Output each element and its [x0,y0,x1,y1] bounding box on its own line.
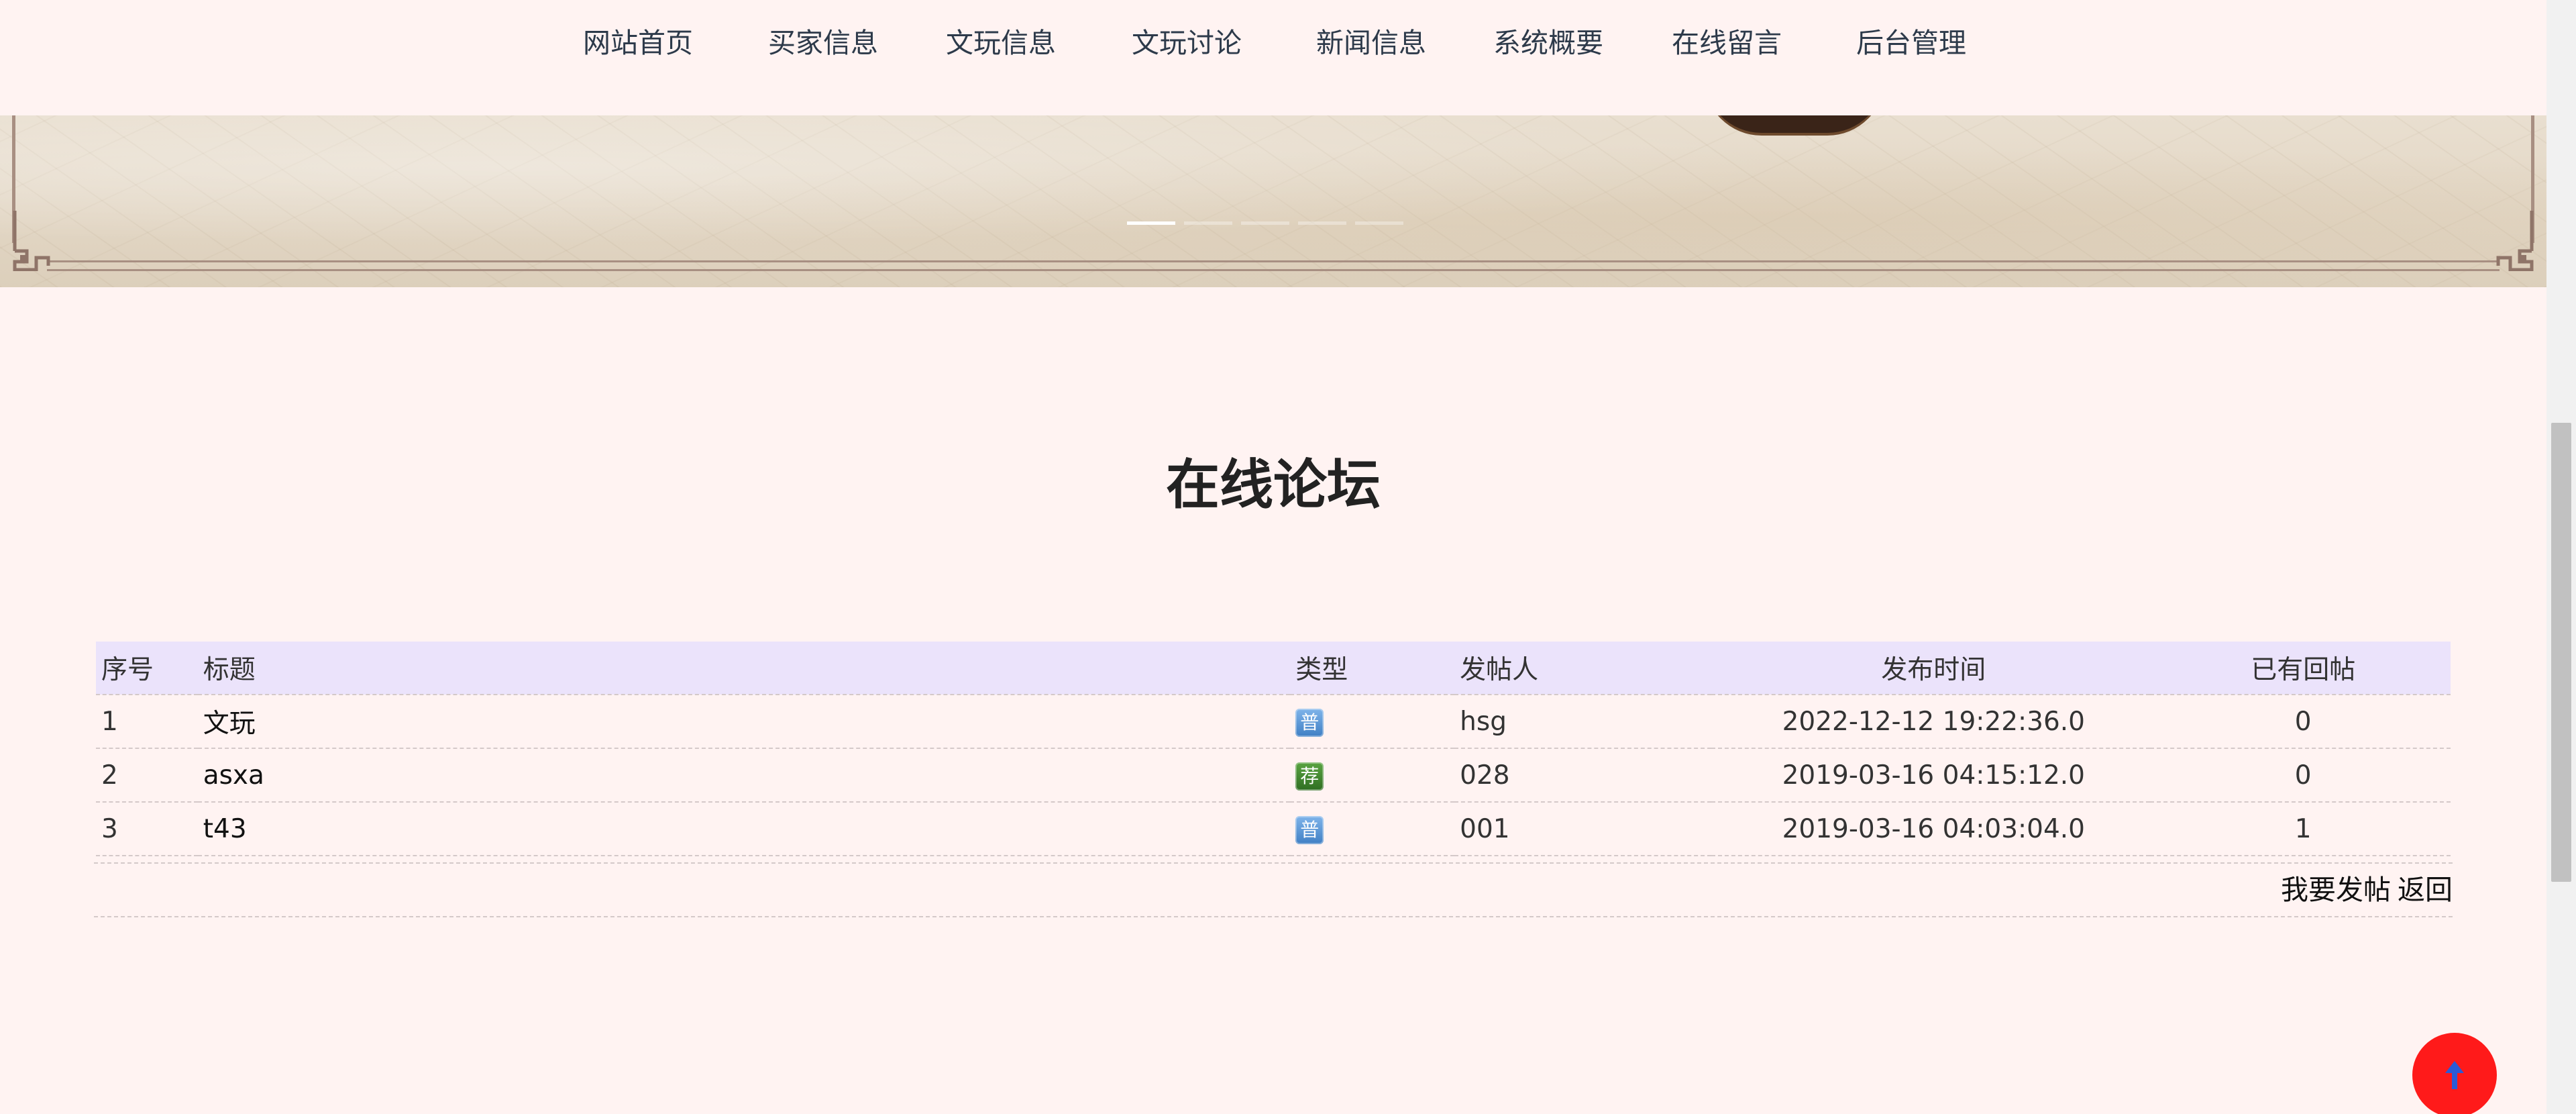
row-time: 2019-03-16 04:15:12.0 [1711,748,2151,803]
table-row: 1 文玩 普 hsg 2022-12-12 19:22:36.0 0 [96,695,2451,749]
row-replies: 1 [2150,802,2451,856]
banner-carousel[interactable] [0,115,2546,287]
row-type-cell: 荐 [1290,748,1455,803]
carousel-dot[interactable] [1127,221,1175,225]
nav-item-admin[interactable]: 后台管理 [1856,26,1966,60]
row-replies: 0 [2150,695,2451,749]
back-link[interactable]: 返回 [2391,874,2453,906]
carousel-dot[interactable] [1241,221,1289,225]
column-header-time: 发布时间 [1711,642,2151,695]
arrow-up-icon [2445,1061,2464,1089]
recommended-post-icon: 荐 [1295,762,1324,791]
table-row: 2 asxa 荐 028 2019-03-16 04:15:12.0 0 [96,748,2451,803]
normal-post-icon: 普 [1295,708,1324,737]
top-nav: 网站首页 买家信息 文玩信息 文玩讨论 新闻信息 系统概要 在线留言 后台管理 [0,0,2546,115]
banner-antique-image [1704,115,1885,133]
row-title-cell: 文玩 [197,695,1291,749]
row-author: 001 [1454,802,1712,856]
scrollbar-thumb[interactable] [2551,423,2571,882]
column-header-title: 标题 [197,642,1291,695]
new-post-link[interactable]: 我要发帖 [2274,874,2391,906]
row-time: 2019-03-16 04:03:04.0 [1711,802,2151,856]
nav-item-home[interactable]: 网站首页 [583,26,693,60]
row-type-cell: 普 [1290,802,1455,856]
row-number: 2 [96,748,198,803]
nav-item-discussion[interactable]: 文玩讨论 [1132,26,1242,60]
post-title-link[interactable]: t43 [203,814,247,844]
column-header-author: 发帖人 [1454,642,1712,695]
table-row: 3 t43 普 001 2019-03-16 04:03:04.0 1 [96,802,2451,856]
page: 网站首页 买家信息 文玩信息 文玩讨论 新闻信息 系统概要 在线留言 后台管理 [0,0,2576,1114]
column-header-type: 类型 [1290,642,1455,695]
page-title: 在线论坛 [1166,454,1381,516]
row-number: 1 [96,695,198,749]
table-actions: 我要发帖 返回 [94,862,2453,917]
column-header-no: 序号 [96,642,198,695]
carousel-dot[interactable] [1298,221,1346,225]
post-title-link[interactable]: asxa [203,760,264,791]
row-type-cell: 普 [1290,695,1455,749]
vertical-scrollbar[interactable] [2546,0,2576,1114]
row-author: 028 [1454,748,1712,803]
forum-table: 序号 标题 类型 发帖人 发布时间 已有回帖 1 文玩 普 hsg 2022-1… [96,642,2451,856]
row-time: 2022-12-12 19:22:36.0 [1711,695,2151,749]
normal-post-icon: 普 [1295,815,1324,844]
post-title-link[interactable]: 文玩 [203,709,256,739]
table-header-row: 序号 标题 类型 发帖人 发布时间 已有回帖 [96,642,2451,695]
row-title-cell: asxa [197,748,1291,803]
nav-item-news[interactable]: 新闻信息 [1316,26,1426,60]
nav-item-messages[interactable]: 在线留言 [1672,26,1782,60]
carousel-dot[interactable] [1184,221,1232,225]
row-author: hsg [1454,695,1712,749]
column-header-replies: 已有回帖 [2150,642,2451,695]
nav-item-about[interactable]: 系统概要 [1493,26,1603,60]
back-to-top-button[interactable] [2412,1033,2497,1114]
corner-ornament-icon [2496,211,2534,271]
banner-frame [47,260,2500,271]
carousel-dot[interactable] [1355,221,1403,225]
row-replies: 0 [2150,748,2451,803]
nav-item-antiques[interactable]: 文玩信息 [946,26,1056,60]
row-title-cell: t43 [197,802,1291,856]
nav-item-buyers[interactable]: 买家信息 [768,26,878,60]
row-number: 3 [96,802,198,856]
corner-ornament-icon [13,211,50,271]
